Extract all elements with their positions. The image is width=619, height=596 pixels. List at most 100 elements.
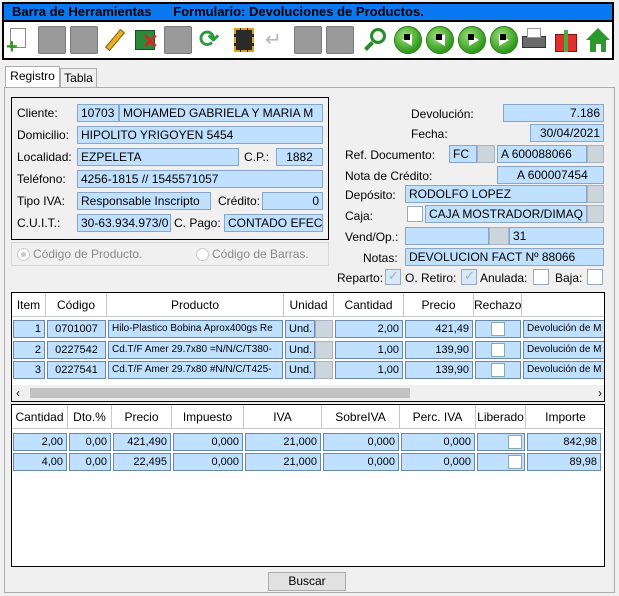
grid2-precio[interactable]: 421,490 — [113, 433, 171, 451]
codigo-producto-radio[interactable] — [17, 248, 30, 261]
undo-disabled-icon[interactable] — [164, 26, 192, 54]
film-icon[interactable] — [230, 26, 258, 54]
cp-field[interactable]: 1882 — [276, 148, 323, 166]
grid2-header-iva[interactable]: IVA — [244, 405, 322, 429]
grid1-motivo[interactable]: Devolución de M — [523, 320, 604, 338]
grid2-header-impuesto[interactable]: Impuesto — [172, 405, 244, 429]
grid2-liberado-checkbox[interactable] — [508, 455, 522, 469]
first-icon[interactable] — [394, 26, 422, 54]
grid2-header-importe[interactable]: Importe — [526, 405, 604, 429]
grid2-impuesto[interactable]: 0,000 — [173, 453, 243, 471]
domicilio-field[interactable]: HIPOLITO YRIGOYEN 5454 — [77, 126, 323, 144]
anulada-checkbox[interactable] — [533, 269, 549, 285]
grid2-header-sobreiva[interactable]: SobreIVA — [322, 405, 400, 429]
grid1-header-motivo[interactable] — [522, 293, 604, 317]
oretiro-checkbox[interactable] — [461, 268, 477, 285]
cliente-codigo-field[interactable]: 10703 — [77, 104, 119, 122]
grid1-producto[interactable]: Cd.T/F Amer 29.7x80 #N/N/C/T425- — [108, 361, 283, 379]
notas-field[interactable]: DEVOLUCION FACT Nº 88066 — [405, 248, 604, 266]
grid1-rechazo-checkbox[interactable] — [491, 343, 505, 357]
next-icon[interactable] — [458, 26, 486, 54]
grid1-precio[interactable]: 139,90 — [405, 361, 473, 379]
ref-tipo-field[interactable]: FC — [449, 145, 477, 163]
caja-button[interactable] — [587, 205, 604, 223]
grid1-header-codigo[interactable]: Código — [46, 293, 107, 317]
back-disabled-icon[interactable]: ↵ — [262, 26, 290, 54]
grid2-perc-iva[interactable]: 0,000 — [401, 453, 475, 471]
refresh-icon[interactable]: ⟳ — [196, 26, 224, 54]
grid2-dto[interactable]: 0,00 — [69, 453, 111, 471]
scroll-left-icon[interactable]: ‹ — [16, 385, 20, 401]
grid1-precio[interactable]: 421,49 — [405, 320, 473, 338]
grid2-dto[interactable]: 0,00 — [69, 433, 111, 451]
vend-op-field[interactable]: 31 — [509, 227, 604, 245]
grid1-horizontal-scrollbar[interactable]: ‹ › — [12, 385, 604, 401]
print-icon[interactable] — [520, 26, 548, 54]
grid1-unidad-button[interactable] — [315, 361, 333, 379]
codigo-barras-radio[interactable] — [196, 248, 209, 261]
grid1-scroll-thumb[interactable] — [30, 388, 410, 398]
baja-checkbox[interactable] — [587, 269, 603, 285]
new-icon[interactable]: + — [6, 26, 34, 57]
grid1-cantidad[interactable]: 2,00 — [335, 320, 403, 338]
grid2-sobreiva[interactable]: 0,000 — [323, 433, 399, 451]
reparto-checkbox[interactable] — [385, 268, 401, 285]
grid1-rechazo-checkbox[interactable] — [491, 363, 505, 377]
vend-op-button[interactable] — [489, 227, 509, 245]
save-disabled-icon[interactable] — [70, 26, 98, 54]
caja-checkbox[interactable] — [407, 206, 423, 222]
ref-tipo-button[interactable] — [477, 145, 495, 163]
grid2-iva[interactable]: 21,000 — [245, 453, 321, 471]
grid1-codigo[interactable]: 0701007 — [47, 320, 106, 338]
vend-op-name-field[interactable] — [405, 227, 489, 245]
grid1-unidad-button[interactable] — [315, 341, 333, 359]
grid1-rechazo-checkbox[interactable] — [491, 322, 505, 336]
prev-icon[interactable] — [426, 26, 454, 54]
grid1-header-rechazo[interactable]: Rechazo — [474, 293, 522, 317]
grid1-cantidad[interactable]: 1,00 — [335, 361, 403, 379]
disabled-icon[interactable] — [326, 26, 354, 54]
save-disabled-icon[interactable] — [38, 26, 66, 54]
ref-numero-field[interactable]: A 600088066 — [497, 145, 587, 163]
tab-tabla[interactable]: Tabla — [60, 68, 97, 88]
scroll-right-icon[interactable]: › — [598, 385, 602, 401]
devolucion-field[interactable]: 7.186 — [503, 104, 604, 122]
telefono-field[interactable]: 4256-1815 // 1545571057 — [77, 170, 323, 188]
grid1-unidad[interactable]: Und. — [285, 320, 315, 338]
grid2-importe[interactable]: 89,98 — [527, 453, 601, 471]
nota-credito-field[interactable]: A 600007454 — [497, 166, 604, 184]
cuit-field[interactable]: 30-63.934.973/0 — [77, 214, 171, 232]
grid2-importe[interactable]: 842,98 — [527, 433, 601, 451]
grid1-producto[interactable]: Hilo-Plastico Bobina Aprox400gs Re — [108, 320, 283, 338]
grid2-header-liberado[interactable]: Liberado — [476, 405, 526, 429]
grid2-cantidad[interactable]: 4,00 — [13, 453, 67, 471]
grid1-unidad-button[interactable] — [315, 320, 333, 338]
search-icon[interactable] — [362, 26, 390, 54]
disabled-icon[interactable] — [294, 26, 322, 54]
grid1-header-producto[interactable]: Producto — [107, 293, 284, 317]
cpago-field[interactable]: CONTADO EFEC — [224, 214, 323, 232]
grid1-codigo[interactable]: 0227541 — [47, 361, 106, 379]
tipo-iva-field[interactable]: Responsable Inscripto — [77, 192, 211, 210]
grid1-header-item[interactable]: Item — [12, 293, 46, 317]
gift-icon[interactable] — [552, 26, 580, 54]
deposito-field[interactable]: RODOLFO LOPEZ — [405, 185, 587, 203]
grid2-liberado-checkbox[interactable] — [508, 435, 522, 449]
grid2-impuesto[interactable]: 0,000 — [173, 433, 243, 451]
credito-field[interactable]: 0 — [262, 192, 323, 210]
grid2-header-cantidad[interactable]: Cantidad — [12, 405, 68, 429]
grid1-header-unidad[interactable]: Unidad — [284, 293, 334, 317]
grid1-producto[interactable]: Cd.T/F Amer 29.7x80 =N/N/C/T380- — [108, 341, 283, 359]
grid2-precio[interactable]: 22,495 — [113, 453, 171, 471]
grid1-item[interactable]: 1 — [13, 320, 45, 338]
grid2-perc-iva[interactable]: 0,000 — [401, 433, 475, 451]
fecha-field[interactable]: 30/04/2021 — [530, 124, 604, 142]
grid1-motivo[interactable]: Devolución de M — [523, 341, 604, 359]
grid1-motivo[interactable]: Devolución de M — [523, 361, 604, 379]
last-icon[interactable] — [490, 26, 518, 54]
grid1-codigo[interactable]: 0227542 — [47, 341, 106, 359]
grid1-item[interactable]: 3 — [13, 361, 45, 379]
grid1-precio[interactable]: 139,90 — [405, 341, 473, 359]
localidad-field[interactable]: EZPELETA — [77, 148, 239, 166]
tab-registro[interactable]: Registro — [5, 66, 60, 88]
